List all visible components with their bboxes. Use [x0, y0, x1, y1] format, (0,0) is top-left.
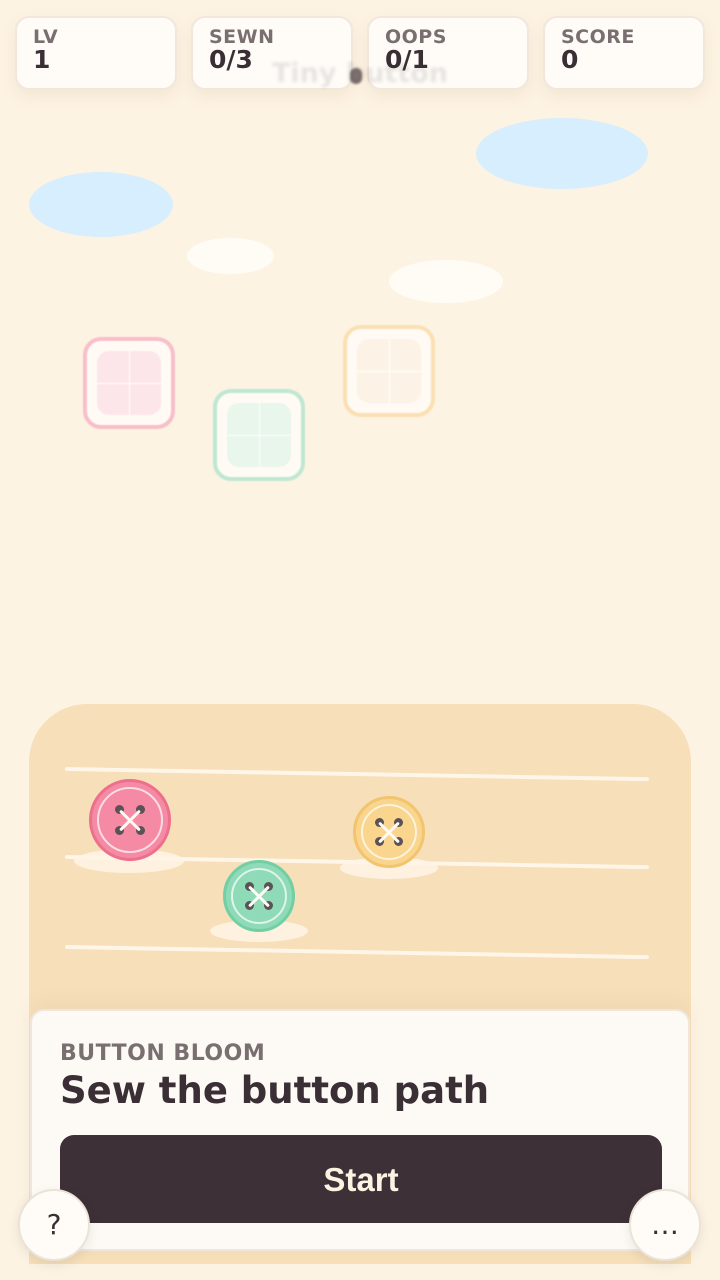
more-icon: … [651, 1208, 679, 1241]
sewing-button-yellow[interactable] [353, 796, 425, 868]
oops-label: OOPS [385, 26, 447, 48]
help-icon: ? [46, 1208, 62, 1241]
square-pad-icon [227, 403, 291, 467]
thread-line-3 [64, 945, 649, 960]
square-pad-icon [97, 351, 161, 415]
score-label: SCORE [561, 26, 635, 48]
thread-line-1 [64, 767, 649, 782]
sewing-button-pink[interactable] [89, 779, 171, 861]
target-tile-mint[interactable] [213, 389, 305, 481]
sewing-button-mint[interactable] [223, 860, 295, 932]
cloud-white-small [187, 238, 274, 274]
level-label: LV [33, 26, 59, 48]
cloud-blue-right [476, 118, 648, 189]
game-subtitle: BUTTON BLOOM [60, 1041, 266, 1066]
target-tile-pink[interactable] [83, 337, 175, 429]
cloud-blue-left [29, 172, 173, 237]
start-panel: BUTTON BLOOM Sew the button path Start [30, 1009, 690, 1251]
ghost-dot [350, 68, 362, 84]
start-button[interactable]: Start [60, 1135, 662, 1223]
target-tile-yellow[interactable] [343, 325, 435, 417]
more-button[interactable]: … [629, 1189, 701, 1261]
sewn-label: SEWN [209, 26, 275, 48]
panel-title: Sew the button path [60, 1069, 490, 1112]
square-pad-icon [357, 339, 421, 403]
help-button[interactable]: ? [18, 1189, 90, 1261]
cloud-white-right [389, 260, 503, 303]
